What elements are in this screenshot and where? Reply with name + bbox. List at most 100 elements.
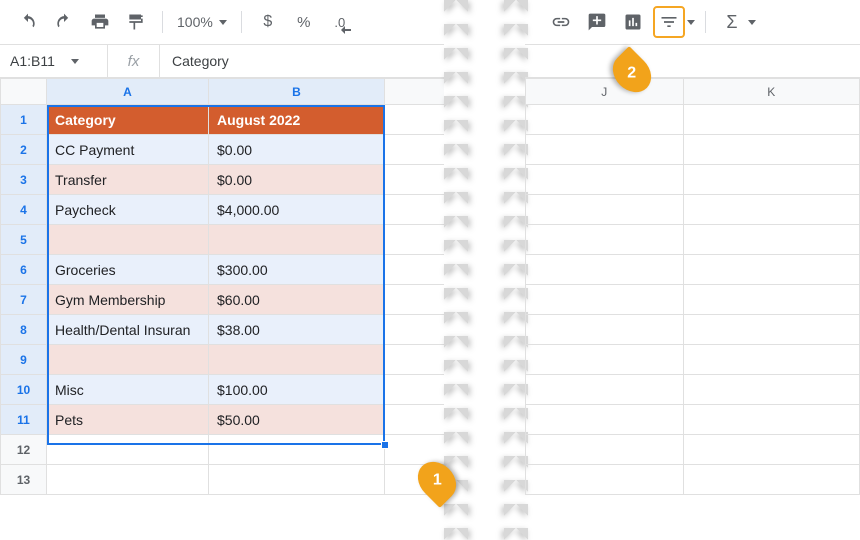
row-header[interactable]: 7 (1, 285, 47, 315)
cell[interactable] (385, 255, 445, 285)
cell[interactable] (526, 165, 684, 195)
zoom-select[interactable]: 100% (173, 14, 231, 30)
cell[interactable] (526, 345, 684, 375)
cell[interactable] (385, 405, 445, 435)
row-header[interactable]: 4 (1, 195, 47, 225)
format-percent-button[interactable]: % (288, 6, 320, 38)
cell[interactable] (526, 135, 684, 165)
row-header[interactable]: 12 (1, 435, 47, 465)
cell[interactable] (385, 195, 445, 225)
cell[interactable]: $60.00 (209, 285, 385, 315)
name-box[interactable]: A1:B11 (0, 45, 108, 77)
cell[interactable] (526, 285, 684, 315)
insert-link-button[interactable] (545, 6, 577, 38)
row-header[interactable]: 11 (1, 405, 47, 435)
select-all-corner[interactable] (1, 79, 47, 105)
row-header[interactable]: 1 (1, 105, 47, 135)
cell[interactable]: Pets (47, 405, 209, 435)
cell[interactable] (526, 255, 684, 285)
cell[interactable] (526, 315, 684, 345)
cell[interactable] (683, 105, 859, 135)
print-button[interactable] (84, 6, 116, 38)
cell[interactable] (683, 375, 859, 405)
cell[interactable] (385, 345, 445, 375)
column-header-a[interactable]: A (47, 79, 209, 105)
undo-button[interactable] (12, 6, 44, 38)
row-header[interactable]: 9 (1, 345, 47, 375)
row-header[interactable]: 10 (1, 375, 47, 405)
cell[interactable]: Groceries (47, 255, 209, 285)
insert-chart-button[interactable] (617, 6, 649, 38)
cell[interactable] (683, 315, 859, 345)
cell[interactable] (385, 105, 445, 135)
cell[interactable]: Transfer (47, 165, 209, 195)
redo-button[interactable] (48, 6, 80, 38)
cell[interactable]: $100.00 (209, 375, 385, 405)
column-header-j[interactable]: J (526, 79, 684, 105)
cell[interactable] (683, 435, 859, 465)
row-header[interactable]: 3 (1, 165, 47, 195)
cell[interactable] (683, 135, 859, 165)
row-header[interactable]: 8 (1, 315, 47, 345)
decrease-decimal-button[interactable]: .0 (324, 6, 356, 38)
cell[interactable] (385, 435, 445, 465)
cell[interactable]: August 2022 (209, 105, 385, 135)
column-header-blank[interactable] (385, 79, 445, 105)
cell[interactable]: Category (47, 105, 209, 135)
cell[interactable] (385, 285, 445, 315)
functions-button[interactable]: Σ (716, 6, 748, 38)
cell[interactable] (526, 435, 684, 465)
cell[interactable] (683, 465, 859, 495)
cell[interactable] (526, 105, 684, 135)
cell[interactable] (526, 375, 684, 405)
cell[interactable] (683, 225, 859, 255)
cell[interactable] (47, 435, 209, 465)
cell[interactable] (47, 465, 209, 495)
row-header[interactable]: 6 (1, 255, 47, 285)
cell[interactable] (526, 225, 684, 255)
cell[interactable] (683, 255, 859, 285)
cell[interactable] (385, 165, 445, 195)
row-header[interactable]: 13 (1, 465, 47, 495)
insert-comment-button[interactable] (581, 6, 613, 38)
create-filter-button[interactable] (653, 6, 685, 38)
cell[interactable] (385, 135, 445, 165)
cell[interactable] (209, 465, 385, 495)
cell[interactable]: $0.00 (209, 135, 385, 165)
cell[interactable] (209, 225, 385, 255)
cell[interactable] (47, 345, 209, 375)
cell[interactable]: $4,000.00 (209, 195, 385, 225)
cell[interactable]: Health/Dental Insuran (47, 315, 209, 345)
cell[interactable] (526, 405, 684, 435)
cell[interactable] (385, 225, 445, 255)
cell[interactable] (683, 165, 859, 195)
cell[interactable] (209, 435, 385, 465)
cell[interactable] (683, 285, 859, 315)
cell[interactable] (683, 195, 859, 225)
cell[interactable] (209, 345, 385, 375)
formula-input[interactable] (160, 45, 460, 77)
cell[interactable]: Misc (47, 375, 209, 405)
cell[interactable] (385, 315, 445, 345)
cell[interactable] (385, 375, 445, 405)
cell[interactable] (47, 225, 209, 255)
cell[interactable] (526, 195, 684, 225)
cell[interactable] (683, 405, 859, 435)
cell[interactable]: CC Payment (47, 135, 209, 165)
cell[interactable]: $50.00 (209, 405, 385, 435)
cell[interactable]: Gym Membership (47, 285, 209, 315)
spreadsheet-grid-right[interactable]: J K (525, 78, 860, 495)
cell[interactable]: $0.00 (209, 165, 385, 195)
column-header-b[interactable]: B (209, 79, 385, 105)
cell[interactable] (526, 465, 684, 495)
row-header[interactable]: 2 (1, 135, 47, 165)
format-currency-button[interactable]: $ (252, 6, 284, 38)
cell[interactable]: $38.00 (209, 315, 385, 345)
cell[interactable]: Paycheck (47, 195, 209, 225)
spreadsheet-grid[interactable]: A B 1 Category August 2022 2CC Payment$0… (0, 78, 460, 495)
paint-format-button[interactable] (120, 6, 152, 38)
cell[interactable] (683, 345, 859, 375)
row-header[interactable]: 5 (1, 225, 47, 255)
column-header-k[interactable]: K (683, 79, 859, 105)
cell[interactable]: $300.00 (209, 255, 385, 285)
